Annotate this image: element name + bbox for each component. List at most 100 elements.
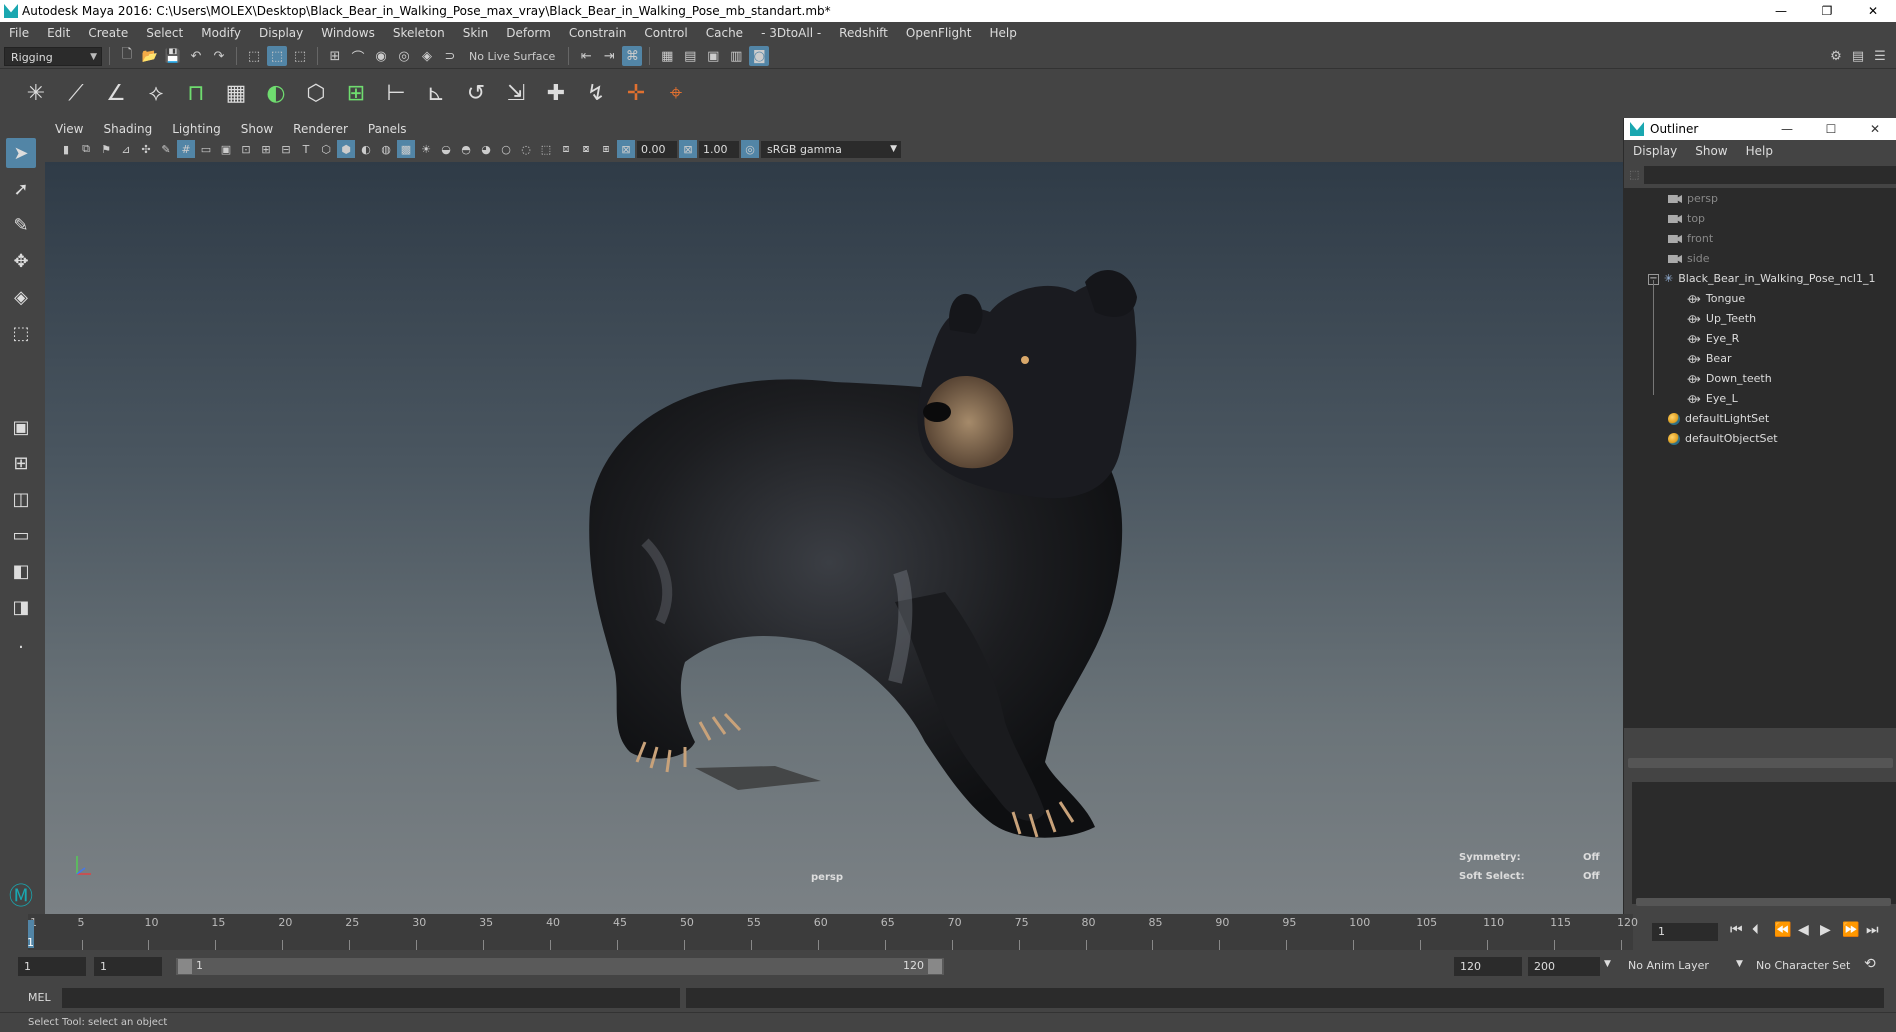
persp-outliner-icon[interactable]: ▭ [6,520,36,550]
step-forward-key-icon[interactable]: ⏩ [1842,922,1859,938]
textured-icon[interactable]: ▩ [397,140,415,158]
close-button[interactable]: ✕ [1850,0,1896,22]
side-by-side-icon[interactable]: ◫ [6,484,36,514]
menu-control[interactable]: Control [635,26,696,40]
hypershade-icon[interactable]: ◙ [749,46,770,66]
exposure-icon[interactable]: ⊠ [617,140,635,158]
menu-select[interactable]: Select [137,26,192,40]
minimize-button[interactable]: — [1758,0,1804,22]
menu-edit[interactable]: Edit [38,26,79,40]
depth-of-field-icon[interactable]: ◌ [517,140,535,158]
cluster-icon[interactable]: ⊞ [340,77,372,111]
magnet-icon[interactable]: ⊃ [440,46,460,66]
motion-blur-icon[interactable]: ◕ [477,140,495,158]
pole-vector-icon[interactable]: ↯ [580,77,612,111]
outliner-maximize-button[interactable]: ☐ [1809,118,1853,140]
sculpt-deformer-icon[interactable]: ◐ [260,77,292,111]
menu-windows[interactable]: Windows [312,26,384,40]
script-language-label[interactable]: MEL [28,991,51,1004]
tree-item-down-teeth[interactable]: ⟴ Down_teeth [1687,370,1772,388]
ik-spline-icon[interactable]: ∠ [100,77,132,111]
menu-skin[interactable]: Skin [454,26,498,40]
snap-grid-icon[interactable]: ⊞ [325,46,345,66]
locator-icon[interactable]: ✛ [620,77,652,111]
paint-select-icon[interactable]: ✎ [6,210,36,240]
menu-cache[interactable]: Cache [697,26,752,40]
xray-icon[interactable]: ⧈ [557,140,575,158]
aim-constraint-icon[interactable]: ⊾ [420,77,452,111]
color-space-dropdown[interactable]: sRGB gamma ▼ [761,140,901,158]
anim-layer-dropdown[interactable]: No Anim Layer [1628,959,1709,972]
menu-modify[interactable]: Modify [192,26,250,40]
menu-help[interactable]: Help [980,26,1025,40]
smooth-shade-icon[interactable]: ⬢ [337,140,355,158]
redo-icon[interactable]: ↷ [209,46,229,66]
orient-constraint-icon[interactable]: ↺ [460,77,492,111]
select-component-icon[interactable]: ⬚ [290,46,310,66]
resolution-gate-icon[interactable]: ▣ [217,140,235,158]
auto-key-icon[interactable]: ⟲ [1864,956,1876,972]
tree-item-default-object-set[interactable]: defaultObjectSet [1668,430,1778,448]
save-scene-icon[interactable]: 💾 [163,46,183,66]
gamma-icon[interactable]: ⊠ [679,140,697,158]
menu-3dtoall[interactable]: - 3DtoAll - [752,26,830,40]
filter-icon[interactable]: ⬚ [1629,168,1639,181]
construction-history-icon[interactable]: ⌘ [622,46,643,66]
live-surface-label[interactable]: No Live Surface [463,50,561,63]
go-to-start-icon[interactable]: ⏮ [1730,922,1743,938]
snap-point-icon[interactable]: ◉ [371,46,391,66]
menu-openflight[interactable]: OpenFlight [897,26,981,40]
tree-item-default-light-set[interactable]: defaultLightSet [1668,410,1769,428]
bookmark-icon[interactable]: ⚑ [97,140,115,158]
insert-joint-icon[interactable]: ⟡ [140,77,172,111]
render-settings-icon[interactable]: ▥ [726,46,746,66]
range-start-handle[interactable] [178,959,192,974]
tree-item-up-teeth[interactable]: ⟴ Up_Teeth [1687,310,1756,328]
parent-constraint-icon[interactable]: ✚ [540,77,572,111]
camera-attributes-icon[interactable]: ⧉ [77,140,95,158]
playback-end-field[interactable]: 120 [1454,957,1522,976]
hypershade-layout-icon[interactable]: ◨ [6,592,36,622]
tree-item-front[interactable]: front [1668,230,1713,248]
command-input[interactable] [62,988,680,1008]
menu-deform[interactable]: Deform [497,26,560,40]
persp-graph-icon[interactable]: ◧ [6,556,36,586]
step-back-frame-icon[interactable]: ⏴ [1752,922,1759,938]
wrap-deformer-icon[interactable]: ⬡ [300,77,332,111]
range-slider[interactable]: 1 120 [176,958,944,975]
shadows-icon[interactable]: ◒ [437,140,455,158]
menu-redshift[interactable]: Redshift [830,26,897,40]
channel-box-icon[interactable]: ☰ [1870,46,1890,66]
bear-model[interactable] [45,162,1623,914]
start-time-field[interactable]: 1 [18,957,86,976]
grease-pencil-icon[interactable]: ✎ [157,140,175,158]
film-gate-icon[interactable]: ▭ [197,140,215,158]
snap-view-icon[interactable]: ◎ [394,46,414,66]
xray-joints-icon[interactable]: ⧆ [597,140,615,158]
scale-constraint-icon[interactable]: ⇲ [500,77,532,111]
go-to-end-icon[interactable]: ⏭ [1866,922,1879,938]
move-tool-icon[interactable]: ✥ [6,246,36,276]
restore-button[interactable]: ❐ [1804,0,1850,22]
viewport-menu-view[interactable]: View [45,122,93,136]
rotate-tool-icon[interactable]: ◈ [6,282,36,312]
safe-title-icon[interactable]: T [297,140,315,158]
chevron-down-icon[interactable]: ▼ [1604,959,1611,969]
menu-create[interactable]: Create [79,26,137,40]
tree-item-eye-r[interactable]: ⟴ Eye_R [1687,330,1739,348]
snap-curve-icon[interactable]: ⌒ [348,46,368,66]
outliner-menu-display[interactable]: Display [1624,144,1686,158]
default-material-icon[interactable]: ◐ [357,140,375,158]
lasso-tool-icon[interactable]: ➚ [6,174,36,204]
tree-item-tongue[interactable]: ⟴ Tongue [1687,290,1745,308]
outliner-horizontal-scrollbar[interactable] [1628,758,1893,768]
play-backwards-icon[interactable]: ◀ [1798,922,1809,938]
point-constraint-icon[interactable]: ⊢ [380,77,412,111]
ik-handle-icon[interactable]: ⟋ [60,77,92,111]
select-tool-icon[interactable]: ➤ [6,138,36,168]
wireframe-on-shaded-icon[interactable]: ◍ [377,140,395,158]
gamma-field[interactable]: 1.00 [699,140,739,158]
camera-select-icon[interactable]: ▮ [57,140,75,158]
time-ruler[interactable]: 1510152025303540455055606570758085909510… [28,914,1638,950]
menuset-dropdown[interactable]: Rigging ▼ [4,46,102,66]
